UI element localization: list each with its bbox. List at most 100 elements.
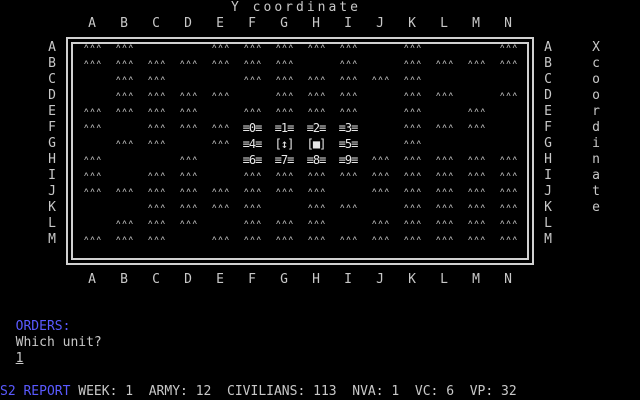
terrain-cell: ᶺᶺᶺ <box>242 217 263 231</box>
terrain-cell: ᶺᶺᶺ <box>498 233 519 247</box>
terrain-cell: ᶺᶺᶺ <box>210 233 231 247</box>
terrain-cell: ᶺᶺᶺ <box>82 121 103 135</box>
unit-marker[interactable]: ≡5≡ <box>332 136 364 152</box>
row-header: K <box>48 200 56 215</box>
vp-label: VP: <box>469 384 494 399</box>
terrain-cell: ᶺᶺᶺ <box>370 233 391 247</box>
column-header: M <box>472 16 480 31</box>
unit-marker[interactable]: ≡2≡ <box>300 120 332 136</box>
civilians-value: 113 <box>313 384 337 399</box>
terrain-cell: ᶺᶺᶺ <box>306 105 327 119</box>
orders-label: ORDERS: <box>15 319 71 334</box>
terrain-cell: ᶺᶺᶺ <box>466 201 487 215</box>
column-header: L <box>440 16 448 31</box>
x-axis-title-letter: X <box>592 40 600 55</box>
x-axis-title-letter: d <box>592 120 600 135</box>
terrain-cell: ᶺᶺᶺ <box>274 41 295 55</box>
terrain-cell: ᶺᶺᶺ <box>338 57 359 71</box>
row-header: H <box>48 152 56 167</box>
terrain-cell: ᶺᶺᶺ <box>274 57 295 71</box>
terrain-cell: ᶺᶺᶺ <box>306 201 327 215</box>
terrain-cell: ᶺᶺᶺ <box>434 233 455 247</box>
terrain-cell: ᶺᶺᶺ <box>178 169 199 183</box>
terrain-cell: ᶺᶺᶺ <box>82 41 103 55</box>
terrain-cell: ᶺᶺᶺ <box>306 185 327 199</box>
terrain-cell: ᶺᶺᶺ <box>146 105 167 119</box>
terrain-cell: ᶺᶺᶺ <box>306 233 327 247</box>
terrain-cell: ᶺᶺᶺ <box>146 233 167 247</box>
terrain-cell: ᶺᶺᶺ <box>466 153 487 167</box>
terrain-cell: ᶺᶺᶺ <box>210 185 231 199</box>
terrain-cell: ᶺᶺᶺ <box>114 185 135 199</box>
terrain-cell: ᶺᶺᶺ <box>498 217 519 231</box>
terrain-cell: ᶺᶺᶺ <box>178 105 199 119</box>
terrain-cell: ᶺᶺᶺ <box>338 201 359 215</box>
y-axis-title: Y coordinate <box>231 0 361 15</box>
terrain-cell: ᶺᶺᶺ <box>114 73 135 87</box>
terrain-cell: ᶺᶺᶺ <box>370 153 391 167</box>
terrain-cell: ᶺᶺᶺ <box>402 105 423 119</box>
terrain-cell: ᶺᶺᶺ <box>114 233 135 247</box>
terrain-cell: ᶺᶺᶺ <box>114 137 135 151</box>
column-header: N <box>504 16 512 31</box>
terrain-cell: ᶺᶺᶺ <box>146 89 167 103</box>
terrain-cell: ᶺᶺᶺ <box>274 73 295 87</box>
unit-marker[interactable]: ≡4≡ <box>236 136 268 152</box>
orders-input[interactable]: 1 <box>16 351 24 366</box>
terrain-cell: ᶺᶺᶺ <box>146 217 167 231</box>
terrain-cell: ᶺᶺᶺ <box>466 169 487 183</box>
unit-marker[interactable]: ≡7≡ <box>268 152 300 168</box>
unit-marker[interactable]: ≡0≡ <box>236 120 268 136</box>
terrain-cell: ᶺᶺᶺ <box>402 57 423 71</box>
terrain-cell: ᶺᶺᶺ <box>370 217 391 231</box>
terrain-cell: ᶺᶺᶺ <box>306 89 327 103</box>
row-header: K <box>544 200 552 215</box>
civilians-label: CIVILIANS: <box>227 384 306 399</box>
x-axis-title-letter: n <box>592 152 600 167</box>
row-header: C <box>544 72 552 87</box>
row-header: L <box>544 216 552 231</box>
terrain-cell: ᶺᶺᶺ <box>434 201 455 215</box>
row-header: D <box>48 88 56 103</box>
terrain-cell: ᶺᶺᶺ <box>466 57 487 71</box>
terrain-cell: ᶺᶺᶺ <box>146 201 167 215</box>
terrain-cell: ᶺᶺᶺ <box>178 57 199 71</box>
column-header: G <box>280 272 288 287</box>
terrain-cell: ᶺᶺᶺ <box>178 201 199 215</box>
army-label: ARMY: <box>148 384 188 399</box>
unit-marker[interactable]: [■] <box>300 136 332 152</box>
terrain-cell: ᶺᶺᶺ <box>370 185 391 199</box>
row-header: D <box>544 88 552 103</box>
column-header: H <box>312 272 320 287</box>
terrain-cell: ᶺᶺᶺ <box>498 153 519 167</box>
unit-marker[interactable]: ≡3≡ <box>332 120 364 136</box>
terrain-cell: ᶺᶺᶺ <box>498 41 519 55</box>
x-axis-title-letter: a <box>592 168 600 183</box>
terrain-cell: ᶺᶺᶺ <box>338 105 359 119</box>
terrain-cell: ᶺᶺᶺ <box>114 89 135 103</box>
column-header: K <box>408 272 416 287</box>
terrain-cell: ᶺᶺᶺ <box>338 41 359 55</box>
unit-marker[interactable]: [↕] <box>268 136 300 152</box>
terrain-cell: ᶺᶺᶺ <box>178 153 199 167</box>
vp-value: 32 <box>501 384 517 399</box>
terrain-cell: ᶺᶺᶺ <box>402 185 423 199</box>
unit-marker[interactable]: ≡9≡ <box>332 152 364 168</box>
x-axis-title-letter: o <box>592 72 600 87</box>
terrain-cell: ᶺᶺᶺ <box>402 89 423 103</box>
terrain-cell: ᶺᶺᶺ <box>306 41 327 55</box>
unit-marker[interactable]: ≡8≡ <box>300 152 332 168</box>
terrain-cell: ᶺᶺᶺ <box>242 233 263 247</box>
row-header: B <box>48 56 56 71</box>
vc-value: 6 <box>446 384 455 399</box>
row-header: G <box>48 136 56 151</box>
terrain-cell: ᶺᶺᶺ <box>210 89 231 103</box>
terrain-cell: ᶺᶺᶺ <box>210 41 231 55</box>
terrain-cell: ᶺᶺᶺ <box>210 57 231 71</box>
column-header: B <box>120 16 128 31</box>
column-header: A <box>88 272 96 287</box>
unit-marker[interactable]: ≡1≡ <box>268 120 300 136</box>
terrain-cell: ᶺᶺᶺ <box>402 233 423 247</box>
terrain-cell: ᶺᶺᶺ <box>498 89 519 103</box>
unit-marker[interactable]: ≡6≡ <box>236 152 268 168</box>
